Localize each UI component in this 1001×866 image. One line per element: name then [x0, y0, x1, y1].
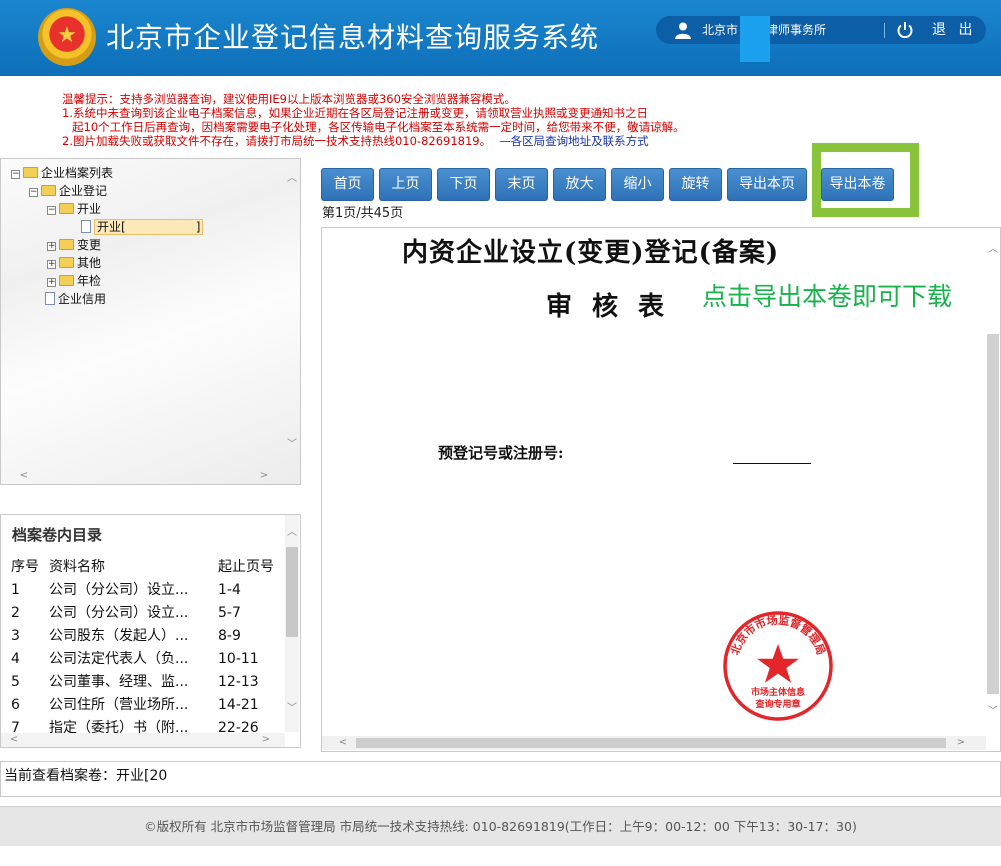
- catalog-title: 档案卷内目录: [12, 526, 103, 544]
- user-name: 北京市 律师事务所: [702, 23, 827, 37]
- scrollbar-thumb[interactable]: [356, 738, 946, 748]
- last-page-button[interactable]: 末页: [495, 168, 548, 201]
- export-volume-highlight: [812, 143, 919, 217]
- scrollbar-thumb[interactable]: [286, 547, 298, 637]
- folder-icon: [59, 257, 74, 268]
- redaction-block: [740, 16, 770, 62]
- column-header: 起止页号: [218, 559, 274, 575]
- tree-node-opening[interactable]: − 开业: [47, 201, 101, 217]
- scroll-up-icon[interactable]: ︿: [285, 173, 299, 185]
- collapse-icon[interactable]: −: [11, 170, 20, 179]
- registration-number-label: 预登记号或注册号:: [438, 444, 564, 462]
- district-contacts-link[interactable]: —各区局查询地址及联系方式: [499, 134, 649, 148]
- user-icon: [675, 22, 691, 39]
- scroll-down-icon[interactable]: ﹀: [986, 706, 1000, 718]
- footer-copyright: ©版权所有 北京市市场监督管理局 市局统一技术支持热线: 010-8269181…: [144, 819, 857, 834]
- zoom-out-button[interactable]: 缩小: [611, 168, 664, 201]
- system-title: 北京市企业登记信息材料查询服务系统: [106, 21, 600, 54]
- seal-text-line1: 市场主体信息: [751, 686, 805, 698]
- rotate-button[interactable]: 旋转: [669, 168, 722, 201]
- notice-line: 起10个工作日后再查询，因档案需要电子化处理，各区传输电子化档案至本系统需一定时…: [72, 120, 685, 134]
- status-bar: 当前查看档案卷：开业[20: [0, 761, 1001, 797]
- tree-node-registration[interactable]: − 企业登记: [29, 183, 107, 199]
- scroll-left-icon[interactable]: <: [17, 470, 31, 482]
- notice-line: 1.系统中未查询到该企业电子档案信息，如果企业近期在各区局登记注册或变更，请领取…: [62, 106, 648, 120]
- scroll-right-icon[interactable]: >: [257, 470, 271, 482]
- user-bar: 北京市 律师事务所 退 出: [656, 16, 986, 44]
- archive-catalog-panel: 档案卷内目录 序号 资料名称 起止页号 1 公司（分公司）设立... 1-4 2 公司…: [0, 514, 301, 748]
- first-page-button[interactable]: 首页: [321, 168, 374, 201]
- download-hint-annotation: 点击导出本卷即可下载: [702, 282, 953, 311]
- document-icon: [81, 220, 91, 233]
- scroll-up-icon[interactable]: ︿: [986, 244, 1000, 256]
- power-icon[interactable]: [896, 21, 914, 39]
- catalog-horizontal-scrollbar[interactable]: < >: [1, 733, 285, 747]
- expand-icon[interactable]: +: [47, 278, 56, 287]
- folder-open-icon: [41, 185, 56, 196]
- next-page-button[interactable]: 下页: [437, 168, 490, 201]
- user-bar-divider: [884, 23, 885, 38]
- tree-horizontal-scrollbar[interactable]: < >: [1, 469, 285, 483]
- expand-icon[interactable]: +: [47, 242, 56, 251]
- official-seal-stamp: 北京市市场监督管理局 市场主体信息 查询专用章: [723, 611, 833, 721]
- logout-button[interactable]: 退 出: [932, 21, 976, 39]
- folder-open-icon: [59, 203, 74, 214]
- tree-node-other[interactable]: + 其他: [47, 255, 101, 271]
- document-icon: [45, 292, 55, 305]
- tree-node-credit[interactable]: 企业信用: [45, 291, 106, 307]
- column-header: 序号: [11, 559, 39, 575]
- collapse-icon[interactable]: −: [29, 188, 38, 197]
- column-header: 资料名称: [49, 559, 105, 575]
- folder-icon: [59, 275, 74, 286]
- document-viewer: 内资企业设立(变更)登记(备案) 审核表 点击导出本卷即可下载 预登记号或注册号…: [321, 227, 1001, 752]
- folder-icon: [59, 239, 74, 250]
- tree-node-opening-leaf[interactable]: 开业[]: [81, 219, 204, 235]
- folder-open-icon: [23, 167, 38, 178]
- scroll-down-icon[interactable]: ﹀: [285, 439, 299, 451]
- scroll-right-icon[interactable]: >: [954, 737, 968, 749]
- collapse-icon[interactable]: −: [47, 206, 56, 215]
- notice-panel: 温馨提示：支持多浏览器查询，建议使用IE9以上版本浏览器或360安全浏览器兼容模…: [62, 92, 782, 148]
- tree-node-change[interactable]: + 变更: [47, 237, 101, 253]
- page-indicator: 第1页/共45页: [322, 206, 404, 221]
- notice-line: 2.图片加载失败或获取文件不存在，请拨打市局统一技术支持热线010-826918…: [62, 134, 649, 148]
- registration-number-underline: [733, 463, 811, 464]
- scroll-left-icon[interactable]: <: [336, 737, 350, 749]
- scroll-right-icon[interactable]: >: [259, 734, 273, 746]
- catalog-vertical-scrollbar[interactable]: ︿ ﹀: [285, 515, 299, 732]
- tree-vertical-scrollbar[interactable]: ︿ ﹀: [285, 159, 299, 469]
- document-subtitle: 审核表: [546, 292, 685, 322]
- tree-node-annual[interactable]: + 年检: [47, 273, 101, 289]
- prev-page-button[interactable]: 上页: [379, 168, 432, 201]
- tree-node-root[interactable]: − 企业档案列表: [11, 165, 113, 181]
- scrollbar-thumb[interactable]: [987, 334, 999, 694]
- scroll-left-icon[interactable]: <: [7, 734, 21, 746]
- viewer-vertical-scrollbar[interactable]: ︿ ﹀: [986, 228, 1000, 736]
- scroll-down-icon[interactable]: ﹀: [285, 703, 299, 715]
- national-emblem-icon: ★: [38, 8, 96, 66]
- zoom-in-button[interactable]: 放大: [553, 168, 606, 201]
- page-footer: ©版权所有 北京市市场监督管理局 市局统一技术支持热线: 010-8269181…: [0, 806, 1001, 846]
- selected-archive-label[interactable]: 开业[]: [94, 219, 204, 235]
- scroll-up-icon[interactable]: ︿: [285, 527, 299, 539]
- notice-line: 温馨提示：支持多浏览器查询，建议使用IE9以上版本浏览器或360安全浏览器兼容模…: [62, 92, 516, 106]
- archive-tree-panel: − 企业档案列表 − 企业登记 − 开业 开业[] + 变更 + 其他 + 年检 企业信用 …: [0, 158, 301, 485]
- viewer-horizontal-scrollbar[interactable]: < >: [322, 736, 986, 750]
- document-title: 内资企业设立(变更)登记(备案): [402, 238, 780, 268]
- expand-icon[interactable]: +: [47, 260, 56, 269]
- export-page-button[interactable]: 导出本页: [727, 168, 807, 201]
- seal-text-line2: 查询专用章: [754, 698, 800, 710]
- app-header: ★ 北京市企业登记信息材料查询服务系统 北京市 律师事务所 退 出: [0, 0, 1001, 76]
- current-archive-status: 当前查看档案卷：开业[20: [4, 768, 168, 784]
